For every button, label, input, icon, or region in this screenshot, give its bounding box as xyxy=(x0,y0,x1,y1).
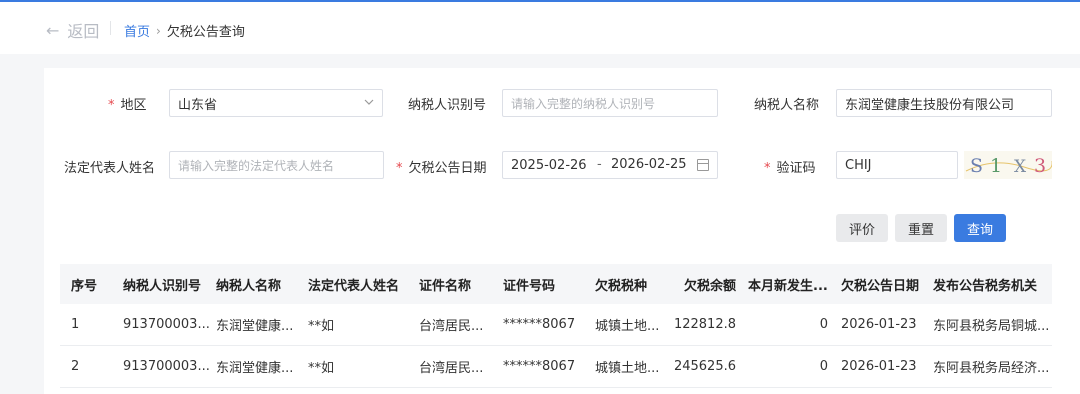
cell-tax-type: 城镇土地... xyxy=(595,361,660,376)
cell-tax-authority: 东阿县税务局铜城... xyxy=(933,319,1048,334)
cell-taxpayer-id: 913700003... xyxy=(123,317,209,332)
legal-rep-input[interactable]: 请输入完整的法定代表人姓名 xyxy=(169,151,384,179)
cell-cert-name: 台湾居民... xyxy=(419,361,484,376)
calendar-icon xyxy=(697,159,709,171)
captcha-input[interactable]: CHIJ xyxy=(836,151,958,179)
taxpayer-id-input[interactable]: 请输入完整的纳税人识别号 xyxy=(502,89,718,117)
cell-notice-date: 2026-01-23 xyxy=(841,359,917,374)
col-header-legal-rep: 法定代表人姓名 xyxy=(308,278,400,294)
chevron-down-icon xyxy=(364,99,374,105)
taxpayer-name-label: 纳税人名称 xyxy=(754,98,820,113)
captcha-label: * 验证码 xyxy=(764,161,816,176)
arrow-left-icon: ← xyxy=(46,20,60,40)
col-header-notice-date: 欠税公告日期 xyxy=(841,278,920,294)
cell-cert-name: 台湾居民... xyxy=(419,319,484,334)
cell-cert-number: ******8067 xyxy=(503,359,576,374)
back-label: 返回 xyxy=(67,22,100,41)
col-header-taxpayer-name: 纳税人名称 xyxy=(216,278,282,294)
legal-rep-label: 法定代表人姓名 xyxy=(64,161,156,176)
query-card: * 地区 山东省 纳税人识别号 请输入完整的纳税人识别号 纳税人名称 东润堂健康生… xyxy=(44,68,1080,394)
notice-date-label: * 欠税公告日期 xyxy=(396,161,487,176)
page-header: ← 返回 首页 › 欠税公告查询 xyxy=(0,2,1080,54)
cell-tax-balance: 245625.6 xyxy=(673,359,736,374)
back-button[interactable]: ← 返回 xyxy=(46,18,99,42)
breadcrumb-current: 欠税公告查询 xyxy=(166,25,245,40)
svg-text:3: 3 xyxy=(1034,155,1046,177)
required-mark: * xyxy=(108,98,115,113)
cell-legal-rep: **如 xyxy=(308,361,335,376)
cell-index: 2 xyxy=(71,359,80,374)
taxpayer-id-label: 纳税人识别号 xyxy=(408,98,487,113)
captcha-image[interactable]: S 1 X 3 xyxy=(964,151,1052,179)
cell-tax-type: 城镇土地... xyxy=(595,319,660,334)
table-row[interactable]: 2 913700003... 东润堂健康... **如 台湾居民... ****… xyxy=(60,346,1052,388)
table-row[interactable]: 1 913700003... 东润堂健康... **如 台湾居民... ****… xyxy=(60,304,1052,346)
col-header-index: 序号 xyxy=(71,278,98,294)
breadcrumb-home-link[interactable]: 首页 xyxy=(124,21,150,40)
cell-index: 1 xyxy=(71,317,80,332)
reset-button[interactable]: 重置 xyxy=(895,214,947,242)
svg-text:S: S xyxy=(970,155,983,177)
cell-taxpayer-name: 东润堂健康... xyxy=(216,361,294,376)
col-header-tax-authority: 发布公告税务机关 xyxy=(933,278,1038,294)
query-button[interactable]: 查询 xyxy=(954,214,1006,242)
col-header-tax-balance: 欠税余额 xyxy=(683,278,736,294)
cell-taxpayer-name: 东润堂健康... xyxy=(216,319,294,334)
cell-new-this-month: 0 xyxy=(819,359,828,374)
required-mark: * xyxy=(396,161,403,176)
captcha-graphic: S 1 X 3 xyxy=(965,155,1052,177)
col-header-taxpayer-id: 纳税人识别号 xyxy=(123,278,202,294)
region-select-value: 山东省 xyxy=(178,97,218,113)
date-start: 2025-02-26 xyxy=(511,157,587,173)
cell-notice-date: 2026-01-23 xyxy=(841,317,917,332)
cell-tax-authority: 东阿县税务局经济... xyxy=(933,361,1048,376)
required-mark: * xyxy=(764,161,771,176)
col-header-cert-number: 证件号码 xyxy=(503,278,556,294)
date-end: 2026-02-25 xyxy=(611,157,687,172)
svg-text:1: 1 xyxy=(990,155,1002,177)
breadcrumb: 首页 › 欠税公告查询 xyxy=(124,21,245,41)
chevron-right-icon: › xyxy=(156,23,161,38)
cell-taxpayer-id: 913700003... xyxy=(123,359,209,374)
header-divider xyxy=(110,21,111,35)
svg-text:X: X xyxy=(1014,157,1027,177)
col-header-cert-name: 证件名称 xyxy=(419,278,472,294)
taxpayer-name-input[interactable]: 东润堂健康生技股份有限公司 xyxy=(836,89,1052,117)
cell-new-this-month: 0 xyxy=(819,317,828,332)
cell-tax-balance: 122812.8 xyxy=(673,317,736,332)
col-header-tax-type: 欠税税种 xyxy=(595,278,648,294)
date-range-separator: - xyxy=(597,157,602,172)
col-header-new-this-month: 本月新发生... xyxy=(748,278,828,294)
cell-legal-rep: **如 xyxy=(308,319,335,334)
region-select[interactable]: 山东省 xyxy=(169,89,383,117)
table-header: 序号 纳税人识别号 纳税人名称 法定代表人姓名 证件名称 证件号码 欠税税种 欠… xyxy=(60,264,1052,304)
notice-date-range-picker[interactable]: 2025-02-26 - 2026-02-25 xyxy=(502,151,718,179)
region-label: * 地区 xyxy=(108,98,147,113)
evaluate-button[interactable]: 评价 xyxy=(836,214,888,242)
cell-cert-number: ******8067 xyxy=(503,317,576,332)
